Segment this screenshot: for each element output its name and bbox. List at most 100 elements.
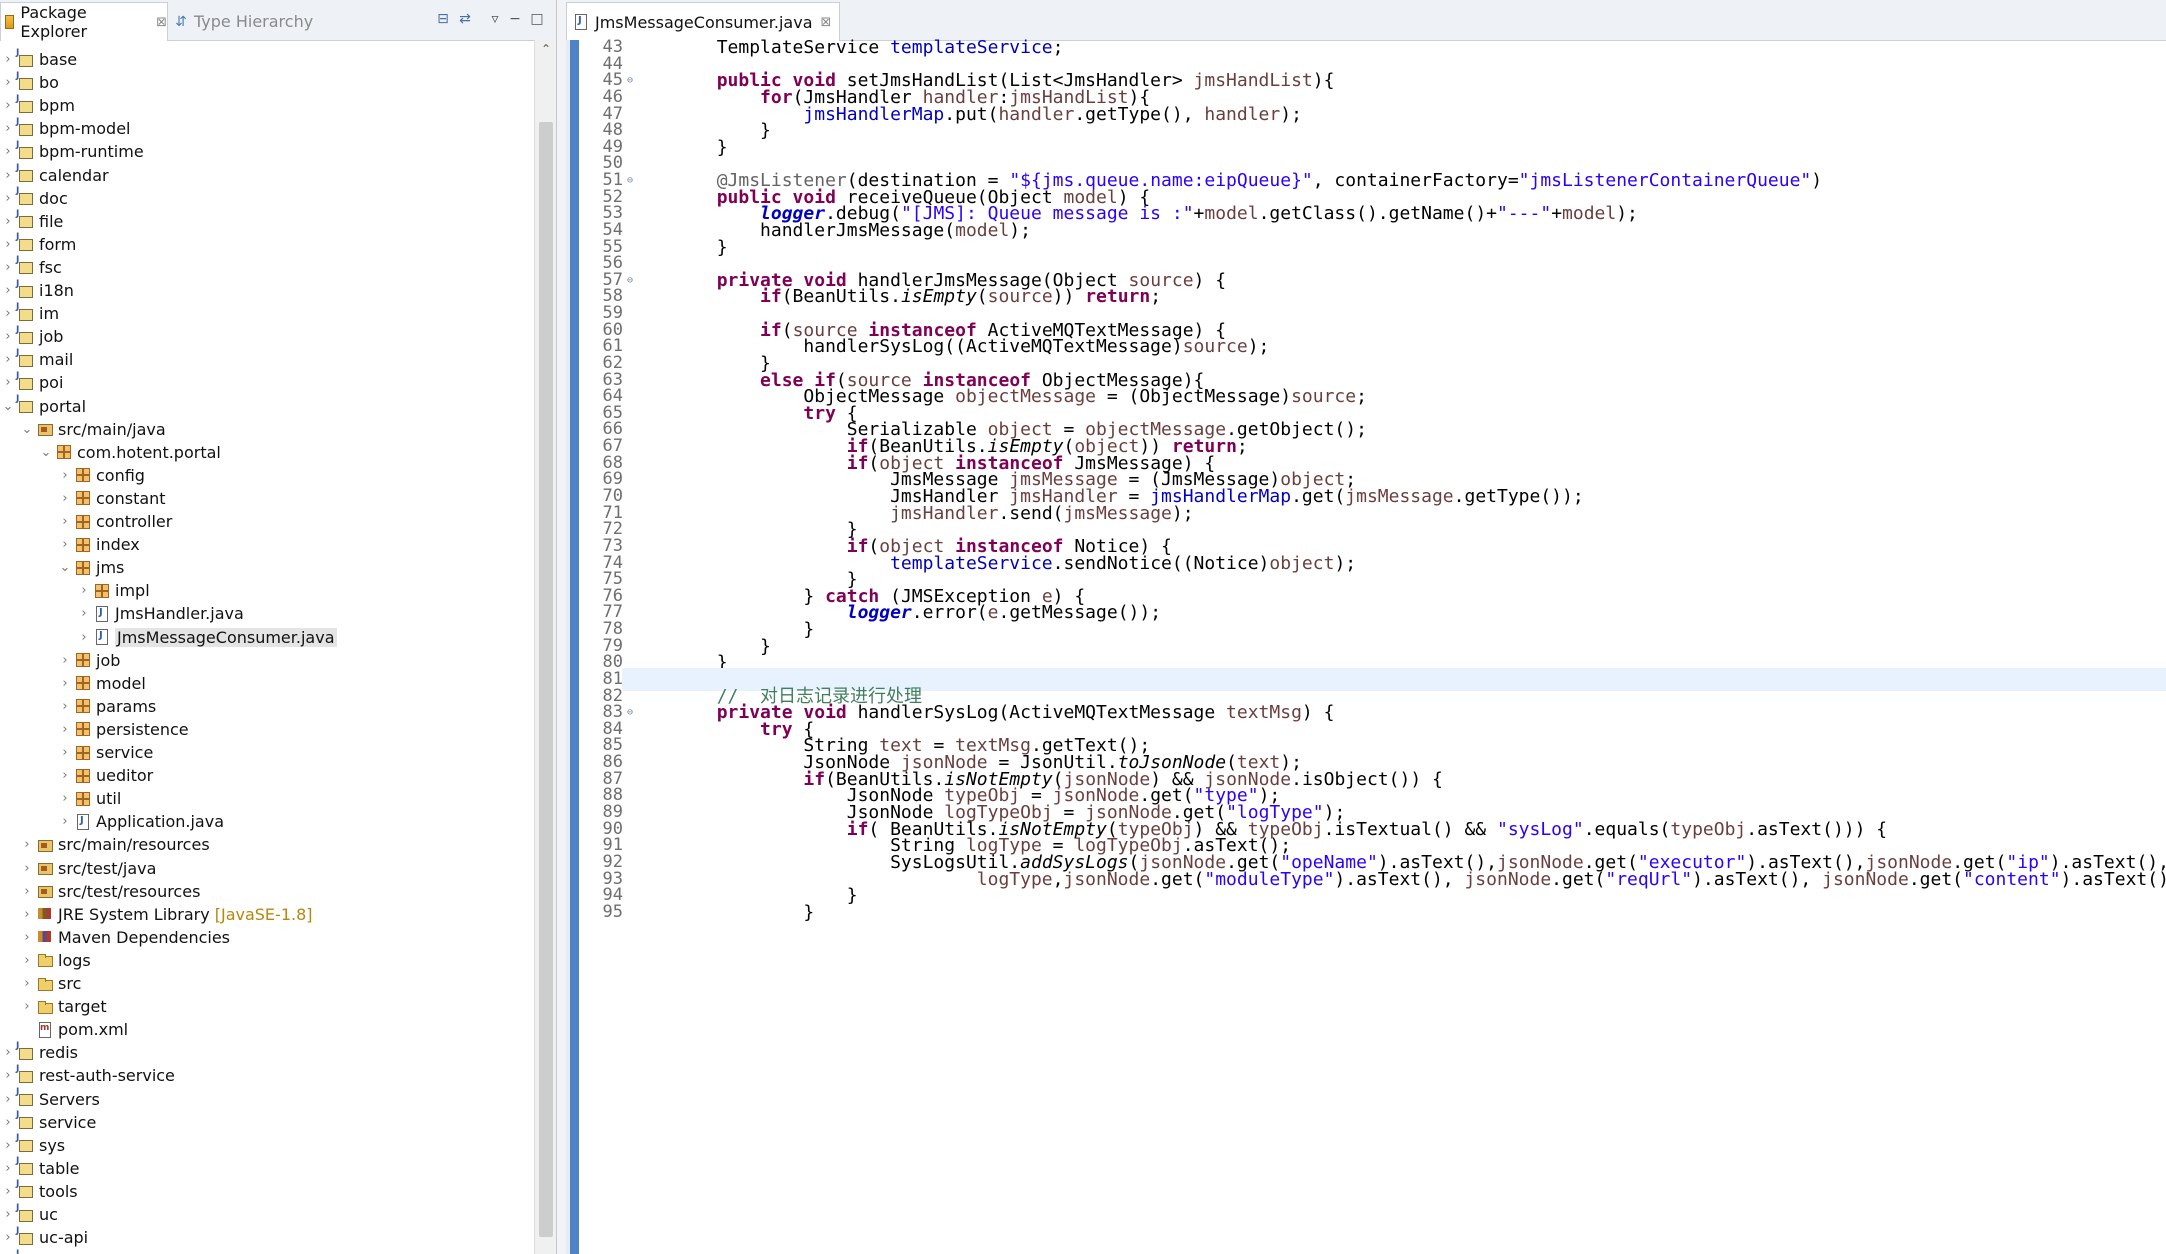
chevron-right-icon[interactable]: ›	[78, 630, 90, 645]
tree-item[interactable]: › fsc	[2, 255, 61, 279]
chevron-right-icon[interactable]: ›	[59, 491, 71, 506]
chevron-right-icon[interactable]: ›	[2, 191, 14, 206]
tree-item[interactable]: › config	[59, 464, 145, 487]
tree-item[interactable]: › JmsHandler.java	[78, 602, 243, 625]
tree-item[interactable]: › controller	[59, 510, 172, 533]
tree-item[interactable]: › mail	[2, 348, 73, 371]
tree-item[interactable]: › Servers	[2, 1087, 99, 1111]
scrollbar-thumb[interactable]	[539, 122, 553, 1237]
minimize-icon[interactable]: −	[506, 10, 524, 28]
tree-item[interactable]: › rest-auth-service	[2, 1064, 175, 1087]
tree-item[interactable]: ⌄ portal	[2, 394, 87, 418]
tree-item[interactable]: › job	[2, 325, 63, 348]
tree-item[interactable]: › src/test/resources	[21, 880, 200, 903]
chevron-right-icon[interactable]: ›	[2, 75, 14, 90]
chevron-right-icon[interactable]: ›	[59, 653, 71, 668]
tree-item[interactable]: ⌄ jms	[59, 556, 125, 579]
tree-item[interactable]: › file	[2, 209, 63, 233]
scroll-up-icon[interactable]: ⌃	[535, 42, 556, 56]
link-with-editor-icon[interactable]: ⇄	[456, 10, 474, 28]
tree-item[interactable]: › uc-api	[2, 1226, 88, 1249]
tree-item[interactable]: ›uc-api-impl	[2, 1249, 129, 1254]
tree-item[interactable]: › util	[59, 787, 121, 810]
chevron-right-icon[interactable]: ›	[21, 976, 33, 991]
tree-item[interactable]: › bpm-runtime	[2, 140, 143, 163]
tree-item[interactable]: › redis	[2, 1041, 78, 1064]
chevron-right-icon[interactable]: ›	[59, 768, 71, 783]
chevron-right-icon[interactable]: ›	[2, 237, 14, 252]
collapse-all-icon[interactable]: ⊟	[434, 10, 452, 28]
chevron-right-icon[interactable]: ›	[2, 98, 14, 113]
tree-item[interactable]: ⌄ src/main/java	[21, 418, 166, 441]
chevron-right-icon[interactable]: ›	[21, 837, 33, 852]
tree-item[interactable]: › src/test/java	[21, 857, 156, 880]
chevron-right-icon[interactable]: ›	[2, 1115, 14, 1130]
chevron-right-icon[interactable]: ›	[21, 953, 33, 968]
chevron-right-icon[interactable]: ›	[2, 121, 14, 136]
tree-item[interactable]: › base	[2, 48, 77, 71]
tree-item[interactable]: › form	[2, 232, 76, 256]
chevron-right-icon[interactable]: ›	[2, 1230, 14, 1245]
chevron-right-icon[interactable]: ›	[2, 52, 14, 67]
tree-item[interactable]: › bpm	[2, 94, 75, 117]
view-menu-icon[interactable]: ▿	[486, 10, 504, 28]
code-area[interactable]: TemplateService templateService; public …	[622, 37, 2166, 1254]
tab-package-explorer[interactable]: Package Explorer ⊠	[0, 2, 168, 41]
tree-item[interactable]: › impl	[78, 579, 149, 602]
chevron-right-icon[interactable]: ›	[59, 791, 71, 806]
tree-item[interactable]: › src	[21, 972, 81, 995]
tree-item[interactable]: › index	[59, 533, 139, 556]
tree-item[interactable]: pom.xml	[21, 1018, 128, 1041]
tree-item[interactable]: › model	[59, 672, 145, 695]
chevron-right-icon[interactable]: ›	[21, 884, 33, 899]
chevron-right-icon[interactable]: ›	[2, 1207, 14, 1222]
chevron-right-icon[interactable]: ›	[2, 283, 14, 298]
chevron-right-icon[interactable]: ›	[2, 1068, 14, 1083]
tree-item[interactable]: › service	[2, 1110, 96, 1134]
chevron-right-icon[interactable]: ›	[78, 583, 90, 598]
chevron-right-icon[interactable]: ›	[2, 260, 14, 275]
maximize-icon[interactable]: □	[528, 10, 546, 28]
chevron-down-icon[interactable]: ⌄	[40, 445, 52, 460]
view-splitter[interactable]	[557, 0, 566, 1254]
code-line[interactable]: }	[622, 901, 2166, 924]
tree-item[interactable]: › JmsMessageConsumer.java	[78, 626, 337, 649]
tree-item[interactable]: › bpm-model	[2, 117, 130, 140]
tree-item[interactable]: › src/main/resources	[21, 833, 209, 856]
tree-item[interactable]: › table	[2, 1156, 79, 1180]
tree-item[interactable]: › tools	[2, 1179, 77, 1203]
tab-type-hierarchy[interactable]: ⇵ Type Hierarchy	[170, 2, 340, 40]
tree-item[interactable]: › uc	[2, 1203, 58, 1226]
tree-item[interactable]: › i18n	[2, 279, 74, 302]
chevron-right-icon[interactable]: ›	[59, 699, 71, 714]
chevron-right-icon[interactable]: ›	[59, 745, 71, 760]
chevron-right-icon[interactable]: ›	[2, 306, 14, 321]
chevron-right-icon[interactable]: ›	[59, 537, 71, 552]
chevron-right-icon[interactable]: ›	[2, 1045, 14, 1060]
chevron-right-icon[interactable]: ›	[59, 468, 71, 483]
tree-item[interactable]: › bo	[2, 71, 59, 94]
tree-item[interactable]: ⌄ com.hotent.portal	[40, 441, 221, 464]
chevron-right-icon[interactable]: ›	[59, 722, 71, 737]
chevron-right-icon[interactable]: ›	[2, 375, 14, 390]
close-icon[interactable]: ⊠	[821, 15, 832, 30]
tree-item[interactable]: › Application.java	[59, 810, 224, 833]
tree-item[interactable]: › JRE System Library [JavaSE-1.8]	[21, 903, 312, 926]
tree-item[interactable]: › doc	[2, 186, 67, 210]
tree-item[interactable]: › poi	[2, 371, 63, 394]
chevron-right-icon[interactable]: ›	[2, 214, 14, 229]
chevron-right-icon[interactable]: ›	[2, 1138, 14, 1153]
close-icon[interactable]: ⊠	[156, 15, 167, 30]
tree-item[interactable]: › logs	[21, 949, 90, 972]
tree-item[interactable]: › persistence	[59, 718, 188, 741]
chevron-right-icon[interactable]: ›	[2, 329, 14, 344]
chevron-right-icon[interactable]: ›	[2, 352, 14, 367]
tree-item[interactable]: › constant	[59, 487, 165, 510]
tree-item[interactable]: › sys	[2, 1133, 65, 1157]
chevron-right-icon[interactable]: ›	[21, 907, 33, 922]
chevron-right-icon[interactable]: ›	[59, 814, 71, 829]
chevron-down-icon[interactable]: ⌄	[2, 399, 14, 414]
tree-item[interactable]: › target	[21, 995, 106, 1018]
chevron-right-icon[interactable]: ›	[78, 606, 90, 621]
tree-item[interactable]: › ueditor	[59, 764, 153, 787]
